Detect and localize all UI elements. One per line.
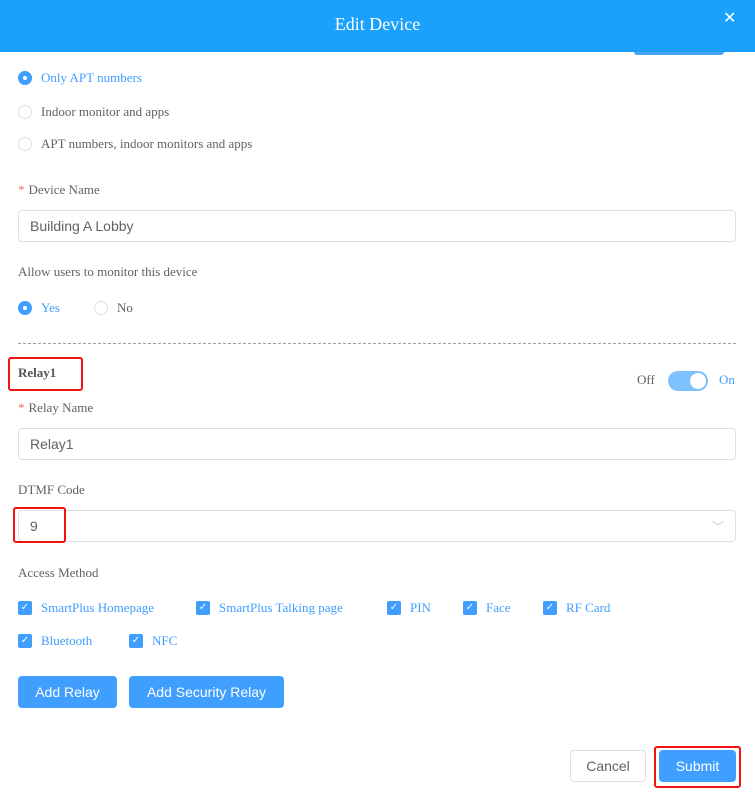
hidden-button-edge [634,52,724,55]
relay-name-input[interactable] [18,428,736,460]
access-method-label: Access Method [18,565,99,580]
radio-only-apt[interactable]: Only APT numbers [18,70,142,86]
relay-title: Relay1 [18,365,57,380]
checkbox-bluetooth[interactable]: ✓ Bluetooth [18,633,92,649]
toggle-off-label: Off [637,372,655,387]
check-icon: ✓ [18,601,32,615]
dialog-title: Edit Device [334,14,421,34]
dtmf-label: DTMF Code [18,482,85,497]
toggle-on-label: On [719,372,735,387]
radio-checked-icon [18,301,32,315]
highlight-box [13,507,66,543]
checkbox-face[interactable]: ✓ Face [463,600,511,616]
relay-name-label: * Relay Name [18,400,94,415]
divider [18,343,736,344]
chevron-down-icon: ﹀ [711,519,724,534]
radio-icon [18,137,32,151]
check-icon: ✓ [387,601,401,615]
checkbox-smartplus-talking[interactable]: ✓ SmartPlus Talking page [196,600,343,616]
check-icon: ✓ [196,601,210,615]
cancel-button[interactable]: Cancel [570,750,646,782]
radio-icon [94,301,108,315]
submit-button[interactable]: Submit [659,750,736,782]
radio-apt-indoor-apps[interactable]: APT numbers, indoor monitors and apps [18,136,252,152]
close-icon[interactable]: ✕ [723,8,736,28]
checkbox-smartplus-homepage[interactable]: ✓ SmartPlus Homepage [18,600,154,616]
radio-indoor-monitor[interactable]: Indoor monitor and apps [18,104,169,120]
relay-toggle[interactable] [668,371,708,391]
add-security-relay-button[interactable]: Add Security Relay [129,676,284,708]
dtmf-select[interactable]: 9 ﹀ [18,510,736,542]
check-icon: ✓ [18,634,32,648]
radio-checked-icon [18,71,32,85]
monitor-label: Allow users to monitor this device [18,264,198,279]
device-name-label: * Device Name [18,182,100,197]
check-icon: ✓ [463,601,477,615]
device-name-input[interactable] [18,210,736,242]
check-icon: ✓ [543,601,557,615]
checkbox-nfc[interactable]: ✓ NFC [129,633,177,649]
radio-icon [18,105,32,119]
radio-monitor-no[interactable]: No [94,300,133,316]
checkbox-rf-card[interactable]: ✓ RF Card [543,600,610,616]
add-relay-button[interactable]: Add Relay [18,676,117,708]
radio-monitor-yes[interactable]: Yes [18,300,60,316]
check-icon: ✓ [129,634,143,648]
checkbox-pin[interactable]: ✓ PIN [387,600,431,616]
